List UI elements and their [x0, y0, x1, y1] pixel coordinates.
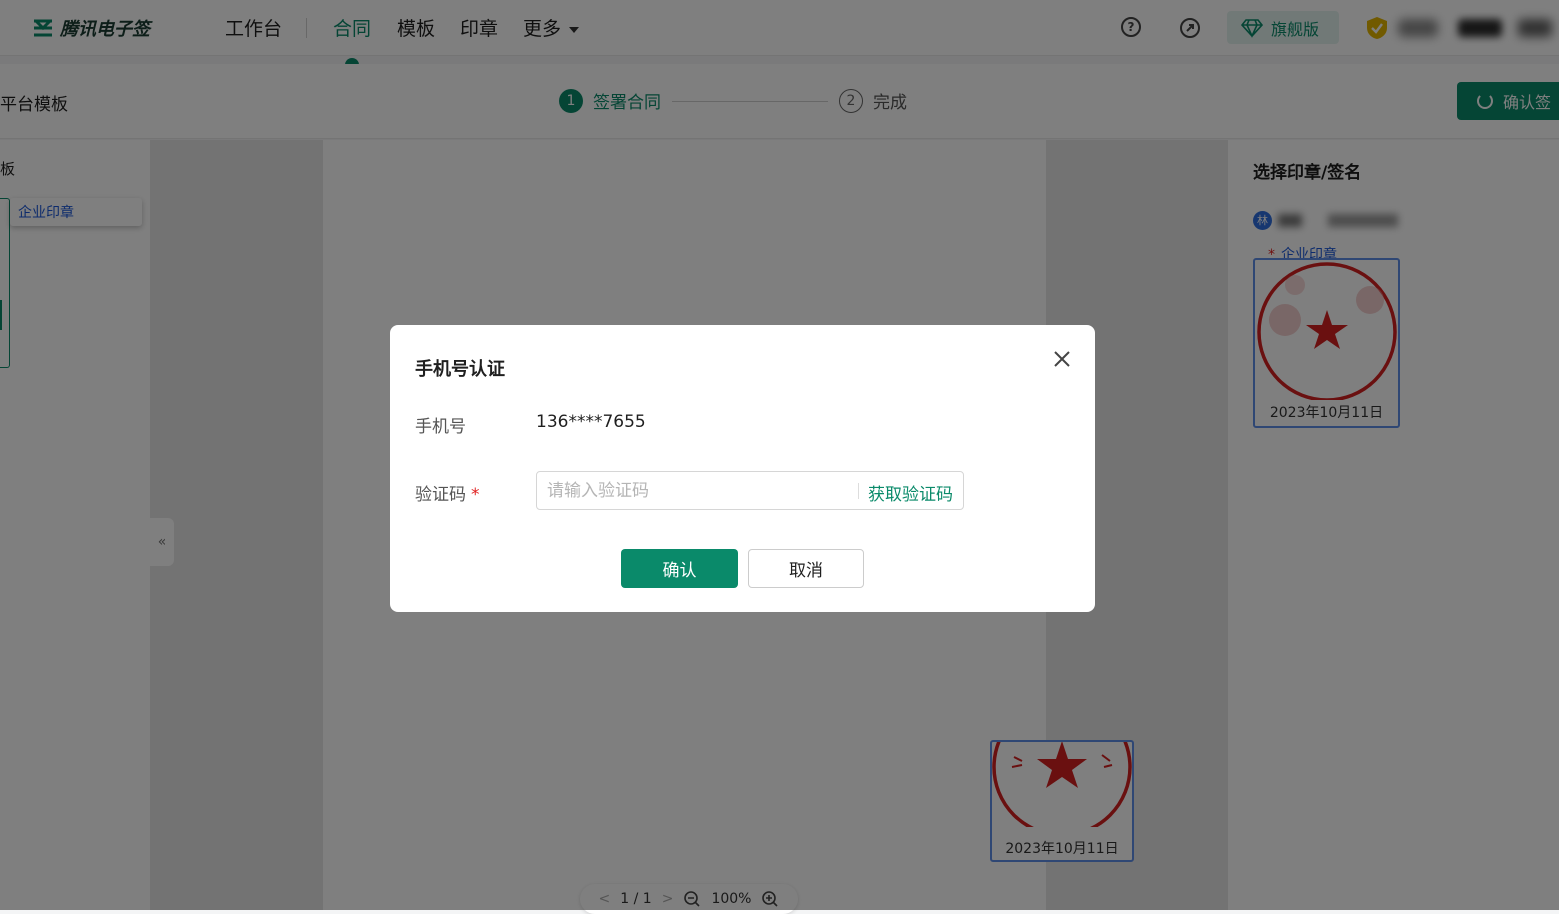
confirm-button[interactable]: 确认	[621, 549, 738, 588]
code-label-text: 验证码	[415, 485, 466, 505]
input-separator	[858, 483, 859, 499]
code-label: 验证码 *	[415, 480, 480, 505]
required-marker: *	[471, 485, 480, 505]
close-icon[interactable]	[1050, 347, 1074, 371]
phone-verification-dialog: 手机号认证 手机号 136****7655 验证码* 获取验证码 确认 取消	[390, 325, 1095, 612]
cancel-button[interactable]: 取消	[748, 549, 864, 588]
phone-value: 136****7655	[536, 412, 646, 432]
verification-code-input[interactable]	[537, 472, 857, 509]
phone-label: 手机号	[415, 417, 466, 437]
code-field: 获取验证码	[536, 471, 964, 510]
dialog-title: 手机号认证	[415, 359, 505, 380]
get-code-button[interactable]: 获取验证码	[868, 480, 953, 505]
